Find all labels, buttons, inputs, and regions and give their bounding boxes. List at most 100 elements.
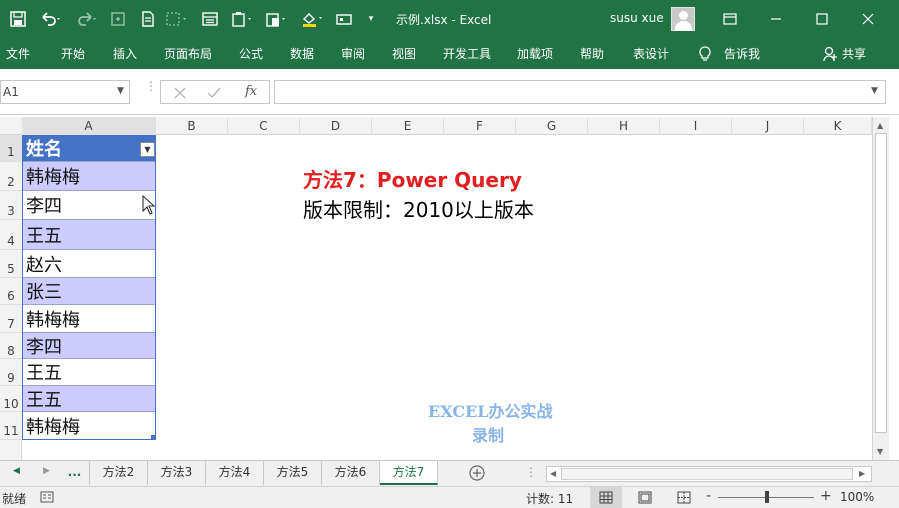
sheet-tab[interactable]: 方法3 bbox=[148, 461, 206, 485]
tab-formulas[interactable]: 公式 bbox=[239, 45, 263, 62]
column-header-j[interactable]: J bbox=[732, 117, 804, 135]
paste-icon[interactable] bbox=[228, 8, 258, 30]
tab-split-handle-icon[interactable]: ⋮ bbox=[525, 465, 537, 479]
zoom-in-icon[interactable]: + bbox=[820, 488, 832, 504]
tab-help[interactable]: 帮助 bbox=[580, 45, 604, 62]
row-header[interactable]: 1 bbox=[0, 135, 22, 162]
table-row[interactable]: 韩梅梅 bbox=[22, 162, 156, 191]
column-header-k[interactable]: K bbox=[804, 117, 872, 135]
filter-dropdown-button[interactable]: ▼ bbox=[140, 142, 155, 157]
page-layout-view-icon[interactable] bbox=[638, 491, 652, 507]
table-header-cell[interactable]: 姓名 bbox=[22, 135, 156, 162]
cancel-icon[interactable] bbox=[173, 85, 187, 104]
cell-styles-icon[interactable] bbox=[334, 8, 354, 30]
table-row[interactable]: 王五 bbox=[22, 359, 156, 386]
drag-handle-icon[interactable]: ⋮ bbox=[145, 80, 157, 92]
name-box[interactable]: A1 ▼ bbox=[0, 80, 130, 104]
row-header[interactable]: 11 bbox=[0, 412, 22, 440]
document-icon[interactable] bbox=[138, 8, 158, 30]
column-header-h[interactable]: H bbox=[588, 117, 660, 135]
enter-check-icon[interactable] bbox=[207, 85, 221, 104]
normal-view-button[interactable] bbox=[590, 487, 622, 508]
tell-me-label[interactable]: 告诉我 bbox=[724, 45, 760, 62]
sheet-tab-active[interactable]: 方法7 bbox=[380, 461, 438, 485]
tab-table-design[interactable]: 表设计 bbox=[633, 45, 669, 62]
zoom-out-icon[interactable]: - bbox=[706, 488, 711, 504]
row-header[interactable]: 6 bbox=[0, 278, 22, 305]
customize-qat-icon[interactable]: ▾ bbox=[362, 8, 380, 30]
tab-developer[interactable]: 开发工具 bbox=[443, 45, 491, 62]
table-row[interactable]: 李四 bbox=[22, 333, 156, 359]
scroll-right-icon[interactable]: ▶ bbox=[859, 469, 865, 478]
formula-input[interactable]: ▼ bbox=[274, 80, 886, 104]
tab-add-ins[interactable]: 加载项 bbox=[517, 45, 553, 62]
sheet-tab[interactable]: 方法4 bbox=[206, 461, 264, 485]
chevron-down-icon[interactable]: ▼ bbox=[117, 86, 124, 96]
touch-mode-icon[interactable] bbox=[108, 8, 128, 30]
expand-formula-icon[interactable]: ▼ bbox=[871, 86, 878, 96]
scroll-tabs-right-icon[interactable]: ▶ bbox=[43, 466, 50, 476]
select-objects-icon[interactable] bbox=[162, 8, 192, 30]
column-header-a[interactable]: A bbox=[22, 117, 156, 135]
scroll-up-icon[interactable]: ▲ bbox=[877, 121, 883, 130]
macro-record-icon[interactable] bbox=[40, 491, 54, 506]
paste-values-icon[interactable] bbox=[262, 8, 292, 30]
tab-view[interactable]: 视图 bbox=[392, 45, 416, 62]
user-name[interactable]: susu xue bbox=[610, 11, 664, 25]
row-header[interactable]: 5 bbox=[0, 250, 22, 278]
table-row[interactable]: 王五 bbox=[22, 386, 156, 412]
tab-review[interactable]: 审阅 bbox=[341, 45, 365, 62]
maximize-icon[interactable] bbox=[810, 8, 834, 30]
tab-file[interactable]: 文件 bbox=[6, 45, 30, 62]
add-sheet-icon[interactable] bbox=[468, 464, 486, 486]
tab-page-layout[interactable]: 页面布局 bbox=[164, 45, 212, 62]
form-icon[interactable] bbox=[200, 8, 220, 30]
status-count[interactable]: 计数: 11 bbox=[526, 490, 573, 507]
column-header-i[interactable]: I bbox=[660, 117, 732, 135]
column-header-f[interactable]: F bbox=[444, 117, 516, 135]
zoom-level[interactable]: 100% bbox=[840, 490, 874, 504]
table-row[interactable]: 赵六 bbox=[22, 250, 156, 278]
horizontal-scrollbar[interactable]: ◀ ▶ bbox=[546, 466, 872, 482]
lightbulb-icon[interactable] bbox=[698, 46, 712, 66]
column-header-c[interactable]: C bbox=[228, 117, 300, 135]
scroll-tabs-left-icon[interactable]: ◀ bbox=[13, 466, 20, 476]
tab-insert[interactable]: 插入 bbox=[113, 45, 137, 62]
table-row[interactable]: 张三 bbox=[22, 278, 156, 305]
minimize-icon[interactable] bbox=[764, 8, 788, 30]
row-header[interactable]: 4 bbox=[0, 220, 22, 250]
more-sheets-left[interactable]: ... bbox=[60, 461, 90, 485]
sheet-tab[interactable]: 方法2 bbox=[90, 461, 148, 485]
table-row[interactable]: 韩梅梅 bbox=[22, 412, 156, 440]
table-row[interactable]: 李四 bbox=[22, 191, 156, 220]
undo-icon[interactable] bbox=[36, 8, 66, 30]
vertical-scrollbar[interactable]: ▲ ▼ bbox=[872, 117, 889, 460]
scroll-left-icon[interactable]: ◀ bbox=[550, 469, 556, 478]
row-header[interactable]: 7 bbox=[0, 305, 22, 333]
row-header[interactable]: 3 bbox=[0, 191, 22, 220]
method-note[interactable]: 方法7：Power Query bbox=[303, 164, 522, 193]
page-break-view-icon[interactable] bbox=[677, 491, 691, 507]
zoom-slider-thumb[interactable] bbox=[765, 491, 769, 503]
fill-color-icon[interactable] bbox=[298, 8, 328, 30]
horizontal-scroll-thumb[interactable] bbox=[561, 468, 853, 480]
tab-home[interactable]: 开始 bbox=[61, 45, 85, 62]
sheet-tab[interactable]: 方法6 bbox=[322, 461, 380, 485]
version-note[interactable]: 版本限制：2010以上版本 bbox=[303, 194, 534, 223]
table-resize-handle[interactable] bbox=[151, 435, 156, 440]
redo-icon[interactable] bbox=[72, 8, 102, 30]
column-header-g[interactable]: G bbox=[516, 117, 588, 135]
vertical-scroll-thumb[interactable] bbox=[875, 133, 887, 433]
row-header[interactable]: 8 bbox=[0, 333, 22, 359]
save-icon[interactable] bbox=[8, 8, 28, 30]
insert-function-icon[interactable]: fx bbox=[245, 84, 257, 99]
column-header-e[interactable]: E bbox=[372, 117, 444, 135]
tab-data[interactable]: 数据 bbox=[290, 45, 314, 62]
ribbon-display-icon[interactable] bbox=[718, 8, 742, 30]
row-header[interactable]: 10 bbox=[0, 386, 22, 412]
row-header[interactable]: 2 bbox=[0, 162, 22, 191]
row-header[interactable]: 9 bbox=[0, 359, 22, 386]
share-icon[interactable] bbox=[823, 46, 837, 66]
sheet-tab[interactable]: 方法5 bbox=[264, 461, 322, 485]
scroll-down-icon[interactable]: ▼ bbox=[877, 447, 883, 456]
